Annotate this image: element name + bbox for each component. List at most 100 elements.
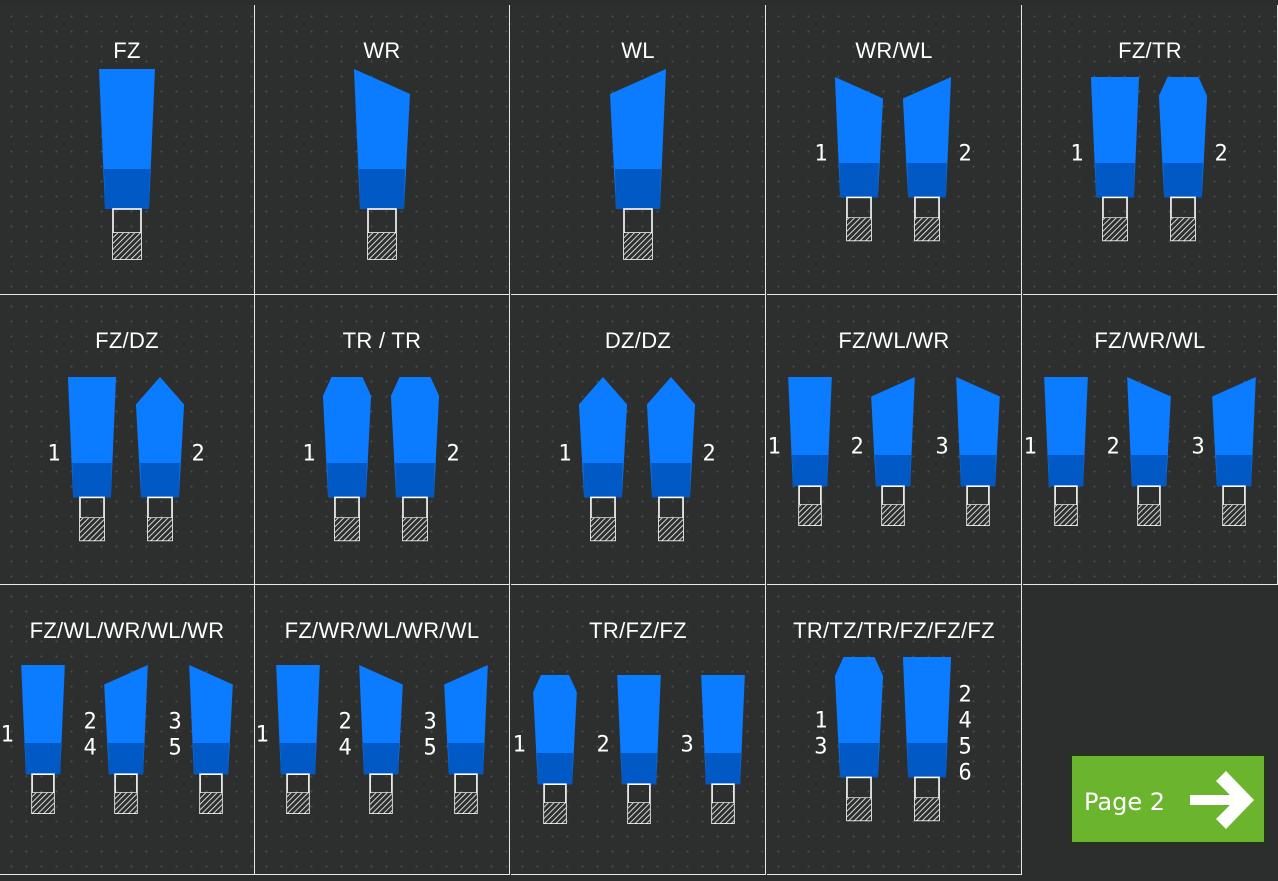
fz-tool: 1: [256, 665, 320, 814]
tool-number: 3: [681, 733, 694, 758]
tool-number: 1: [814, 142, 827, 167]
wl-tool: 2: [851, 377, 915, 526]
wr-tool: 3: [936, 377, 1000, 526]
holder-hatch: [334, 518, 360, 541]
tool-band: [907, 163, 947, 198]
tool-band: [792, 455, 828, 487]
tool-cell[interactable]: FZ/WL/WR/WL/WR 1 2 4 3 5: [0, 585, 255, 875]
tool-number: 2: [84, 710, 97, 735]
tool-cell[interactable]: FZ/WL/WR 1 2 3: [767, 295, 1022, 585]
tool-number: 2: [191, 442, 204, 467]
tool-band: [108, 743, 144, 775]
dz-tool: 2: [646, 377, 716, 542]
holder-hatch: [914, 218, 940, 241]
tool-combination-grid: FZ WR WL WR/WL 1 2 FZ/TR 1 2 FZ/DZ 1 2 TR / TR 1 2 DZ/D…: [0, 0, 1278, 881]
tool-number: 2: [702, 442, 715, 467]
tool-cell[interactable]: FZ: [0, 5, 255, 295]
holder-hatch: [455, 792, 477, 814]
tool-number: 1: [768, 435, 781, 460]
tool-band: [1131, 455, 1167, 487]
tool-number: 4: [84, 736, 97, 761]
holder-hatch: [914, 798, 940, 821]
holder-hatch: [628, 802, 650, 824]
tool-band: [280, 743, 316, 775]
holder-hatch: [287, 792, 309, 814]
tool-band: [1216, 455, 1252, 487]
tool-number: 2: [339, 710, 352, 735]
fz-tool: 1: [1, 665, 65, 814]
holder-hatch: [1102, 218, 1128, 241]
tool-band: [448, 743, 484, 775]
holder-hatch: [846, 218, 872, 241]
tool-number: 2: [1107, 435, 1120, 460]
tool-cell[interactable]: DZ/DZ 1 2: [511, 295, 766, 585]
tool-cell[interactable]: TR/TZ/TR/FZ/FZ/FZ 1 3 2 4 5 6: [767, 585, 1022, 875]
page-2-label: Page 2: [1084, 788, 1165, 816]
tool-number: 2: [958, 142, 971, 167]
tool-band: [140, 463, 180, 498]
tr-tool: 1: [513, 675, 577, 824]
tool-cell[interactable]: WL: [511, 5, 766, 295]
tool-number: 1: [814, 709, 827, 734]
tool-band: [839, 743, 879, 778]
tr-tool: 13: [814, 657, 884, 822]
tool-number: 1: [302, 442, 315, 467]
holder-hatch: [32, 792, 54, 814]
tool-number: 2: [1214, 142, 1227, 167]
tool-number: 3: [814, 735, 827, 760]
tool-band: [907, 743, 947, 778]
arrow-right-icon: [1190, 771, 1254, 829]
tool-number: 5: [958, 735, 971, 760]
tool-band: [1163, 163, 1203, 198]
wr-tool: 1: [814, 77, 884, 242]
page-2-button[interactable]: Page 2: [1071, 755, 1265, 843]
tool-band: [615, 169, 661, 209]
tool-band: [359, 169, 405, 209]
tool-cell[interactable]: WR/WL 1 2: [767, 5, 1022, 295]
holder-hatch: [846, 798, 872, 821]
tool-number: 1: [1070, 142, 1083, 167]
fz-tool: 1: [47, 377, 117, 542]
holder-hatch: [113, 233, 141, 259]
wr-tool: 2: [1107, 377, 1171, 526]
wl-tool: 3: [1192, 377, 1256, 526]
tool-band: [193, 743, 229, 775]
wl-tool: 2: [902, 77, 972, 242]
fz-tool: 1: [1070, 77, 1140, 242]
tool-band: [104, 169, 150, 209]
holder-hatch: [658, 518, 684, 541]
tool-band: [537, 753, 573, 785]
tool-cell[interactable]: TR / TR 1 2: [255, 295, 510, 585]
tool-cell[interactable]: WR: [255, 5, 510, 295]
tool-cell[interactable]: FZ/WR/WL 1 2 3: [1023, 295, 1278, 585]
holder-hatch: [1055, 504, 1077, 526]
tool-number: 6: [958, 761, 971, 786]
tool-band: [327, 463, 367, 498]
holder-hatch: [1170, 218, 1196, 241]
tool-cell[interactable]: FZ/DZ 1 2: [0, 295, 255, 585]
fz-tool: 2456: [902, 657, 972, 822]
tool-band: [395, 463, 435, 498]
tool-number: 3: [936, 435, 949, 460]
tool-number: 2: [958, 683, 971, 708]
tool-cell[interactable]: FZ/TR 1 2: [1023, 5, 1278, 295]
wl-tool: 24: [84, 665, 148, 814]
tool-band: [621, 753, 657, 785]
holder-hatch: [967, 504, 989, 526]
dz-tool: 1: [558, 377, 628, 542]
tool-cell[interactable]: FZ/WR/WL/WR/WL 1 2 4 3 5: [255, 585, 510, 875]
tool-band: [583, 463, 623, 498]
tool-number: 1: [558, 442, 571, 467]
tool-number: 3: [1192, 435, 1205, 460]
holder-hatch: [370, 792, 392, 814]
tool-band: [960, 455, 996, 487]
tool-number: 1: [256, 723, 269, 748]
tool-number: 4: [958, 709, 971, 734]
holder-hatch: [1223, 504, 1245, 526]
fz-tool: 1: [1024, 377, 1088, 526]
wr-tool: 24: [339, 665, 403, 814]
tool-band: [363, 743, 399, 775]
holder-hatch: [115, 792, 137, 814]
holder-hatch: [544, 802, 566, 824]
tool-cell[interactable]: TR/FZ/FZ 1 2 3: [511, 585, 766, 875]
